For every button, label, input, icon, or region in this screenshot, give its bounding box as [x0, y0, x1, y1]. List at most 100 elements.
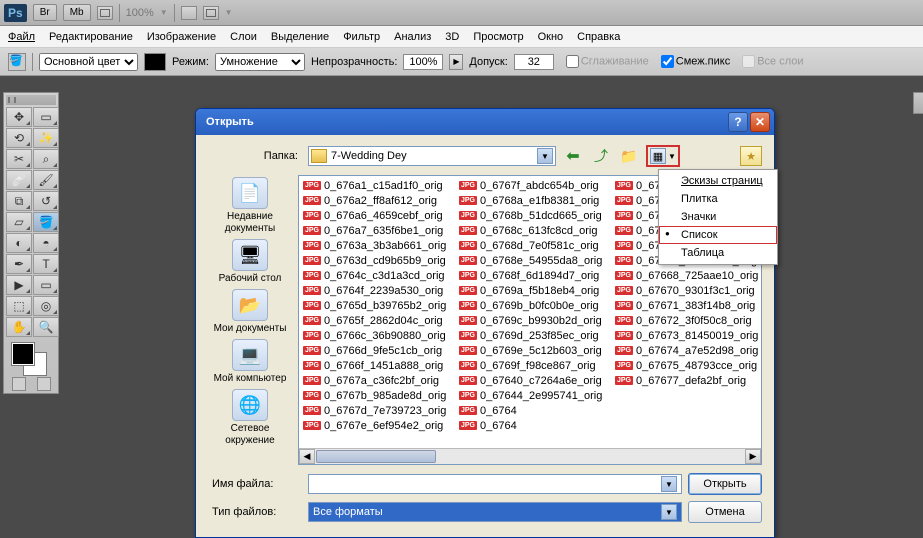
open-button[interactable]: Открыть — [688, 473, 762, 495]
bridge-button[interactable]: Br — [33, 4, 57, 21]
scroll-left-button[interactable]: ◀ — [299, 449, 315, 464]
quickmask-toggle[interactable] — [12, 377, 26, 391]
file-item[interactable]: JPG0_6763d_cd9b65b9_orig — [301, 253, 449, 268]
file-item[interactable]: JPG0_67674_a7e52d98_orig — [613, 343, 761, 358]
place-recent[interactable]: 📄Недавние документы — [208, 177, 292, 235]
marquee-tool[interactable]: ▭ — [33, 107, 59, 127]
menu-edit[interactable]: Редактирование — [49, 31, 133, 43]
file-item[interactable]: JPG0_6767f_abdc654b_orig — [457, 178, 605, 193]
file-item[interactable]: JPG0_67640_c7264a6e_orig — [457, 373, 605, 388]
eyedropper-tool[interactable]: ⌕ — [33, 149, 59, 169]
color-swatches[interactable] — [6, 341, 56, 375]
healing-tool[interactable]: 🩹 — [6, 170, 32, 190]
file-item[interactable]: JPG0_6769d_253f85ec_orig — [457, 328, 605, 343]
dialog-titlebar[interactable]: Открыть ? ✕ — [196, 109, 774, 135]
pen-tool[interactable]: ✒ — [6, 254, 32, 274]
file-item[interactable]: JPG0_67644_2e995741_orig — [457, 388, 605, 403]
tolerance-input[interactable] — [514, 54, 554, 70]
file-item[interactable]: JPG0_6767b_985ade8d_orig — [301, 388, 449, 403]
nav-view-button-highlighted[interactable]: ▦ ▼ — [646, 145, 680, 167]
menu-help[interactable]: Справка — [577, 31, 620, 43]
cancel-button[interactable]: Отмена — [688, 501, 762, 523]
filename-combobox[interactable]: ▼ — [308, 474, 682, 494]
file-item[interactable]: JPG0_6764c_c3d1a3cd_orig — [301, 268, 449, 283]
file-item[interactable]: JPG0_6769a_f5b18eb4_orig — [457, 283, 605, 298]
foreground-color[interactable] — [12, 343, 34, 365]
file-item[interactable]: JPG0_67677_defa2bf_orig — [613, 373, 761, 388]
menu-analysis[interactable]: Анализ — [394, 31, 431, 43]
dropdown-icon[interactable]: ▼ — [661, 476, 677, 492]
horizontal-scrollbar[interactable]: ◀ ▶ — [299, 448, 761, 464]
dialog-help-button[interactable]: ? — [728, 112, 748, 132]
3d-camera-tool[interactable]: ◎ — [33, 296, 59, 316]
file-item[interactable]: JPG0_6767e_6ef954e2_orig — [301, 418, 449, 433]
lasso-tool[interactable]: ⟲ — [6, 128, 32, 148]
scroll-thumb[interactable] — [316, 450, 436, 463]
file-item[interactable]: JPG0_67668_725aae10_orig — [613, 268, 761, 283]
place-mycomputer[interactable]: 💻Мой компьютер — [208, 339, 292, 385]
minibridge-button[interactable]: Mb — [63, 4, 91, 21]
file-item[interactable]: JPG0_67672_3f0f50c8_orig — [613, 313, 761, 328]
blend-mode-select[interactable]: Умножение — [215, 53, 305, 71]
nav-up-button[interactable]: ⤴ — [590, 146, 612, 166]
blur-tool[interactable]: ◐ — [6, 233, 32, 253]
file-item[interactable]: JPG0_6767d_7e739723_orig — [301, 403, 449, 418]
filetype-combobox[interactable]: Все форматы▼ — [308, 502, 682, 522]
menu-3d[interactable]: 3D — [445, 31, 459, 43]
contiguous-checkbox[interactable] — [661, 55, 674, 68]
nav-favorites-button[interactable]: ★ — [740, 146, 762, 166]
3d-tool[interactable]: ⬚ — [6, 296, 32, 316]
menu-view[interactable]: Просмотр — [473, 31, 523, 43]
view-icons[interactable]: Значки — [659, 208, 777, 226]
menu-layer[interactable]: Слои — [230, 31, 257, 43]
file-item[interactable]: JPG0_67675_48793cce_orig — [613, 358, 761, 373]
file-item[interactable]: JPG0_6765d_b39765b2_orig — [301, 298, 449, 313]
view-list-selected[interactable]: Список — [659, 226, 777, 244]
menu-window[interactable]: Окно — [538, 31, 564, 43]
file-item[interactable]: JPG0_6764 — [457, 403, 605, 418]
hand-tool[interactable]: ✋ — [6, 317, 32, 337]
file-item[interactable]: JPG0_6766c_36b90880_orig — [301, 328, 449, 343]
zoom-level[interactable]: 100% — [126, 7, 154, 19]
nav-back-button[interactable]: ⬅ — [562, 146, 584, 166]
extras-button[interactable] — [181, 6, 197, 20]
file-item[interactable]: JPG0_6768a_e1fb8381_orig — [457, 193, 605, 208]
view-details[interactable]: Таблица — [659, 244, 777, 262]
stamp-tool[interactable]: ⧉ — [6, 191, 32, 211]
antialias-checkbox[interactable] — [566, 55, 579, 68]
file-item[interactable]: JPG0_6769f_f98ce867_orig — [457, 358, 605, 373]
file-item[interactable]: JPG0_67673_81450019_orig — [613, 328, 761, 343]
file-item[interactable]: JPG0_676a1_c15ad1f0_orig — [301, 178, 449, 193]
screen-mode-button[interactable] — [97, 6, 113, 20]
wand-tool[interactable]: ✨ — [33, 128, 59, 148]
file-item[interactable]: JPG0_6768e_54955da8_orig — [457, 253, 605, 268]
file-item[interactable]: JPG0_6768f_6d1894d7_orig — [457, 268, 605, 283]
folder-combobox[interactable]: 7-Wedding Dey ▼ — [308, 146, 556, 166]
dialog-close-button[interactable]: ✕ — [750, 112, 770, 132]
place-desktop[interactable]: 🖥Рабочий стол — [208, 239, 292, 285]
file-item[interactable]: JPG0_6768c_613fc8cd_orig — [457, 223, 605, 238]
file-item[interactable]: JPG0_67670_9301f3c1_orig — [613, 283, 761, 298]
file-item[interactable]: JPG0_6768d_7e0f581c_orig — [457, 238, 605, 253]
crop-tool[interactable]: ✂ — [6, 149, 32, 169]
view-thumbnails[interactable]: Эскизы страниц — [659, 172, 777, 190]
foreground-swatch[interactable] — [144, 53, 166, 71]
menu-filter[interactable]: Фильтр — [343, 31, 380, 43]
menu-image[interactable]: Изображение — [147, 31, 216, 43]
opacity-arrow[interactable]: ▶ — [449, 54, 463, 70]
place-network[interactable]: 🌐Сетевое окружение — [208, 389, 292, 447]
file-item[interactable]: JPG0_6769e_5c12b603_orig — [457, 343, 605, 358]
brush-tool[interactable]: 🖌 — [33, 170, 59, 190]
file-item[interactable]: JPG0_6768b_51dcd665_orig — [457, 208, 605, 223]
fill-source-select[interactable]: Основной цвет — [39, 53, 138, 71]
file-item[interactable]: JPG0_6764 — [457, 418, 605, 433]
file-item[interactable]: JPG0_6764f_2239a530_orig — [301, 283, 449, 298]
opacity-input[interactable] — [403, 54, 443, 70]
file-item[interactable]: JPG0_6769b_b0fc0b0e_orig — [457, 298, 605, 313]
bucket-tool[interactable]: 🪣 — [33, 212, 59, 232]
scroll-right-button[interactable]: ▶ — [745, 449, 761, 464]
dropdown-icon[interactable]: ▼ — [661, 504, 677, 520]
file-item[interactable]: JPG0_6763a_3b3ab661_orig — [301, 238, 449, 253]
place-mydocs[interactable]: 📂Мои документы — [208, 289, 292, 335]
nav-newfolder-button[interactable]: 📁 — [618, 146, 640, 166]
